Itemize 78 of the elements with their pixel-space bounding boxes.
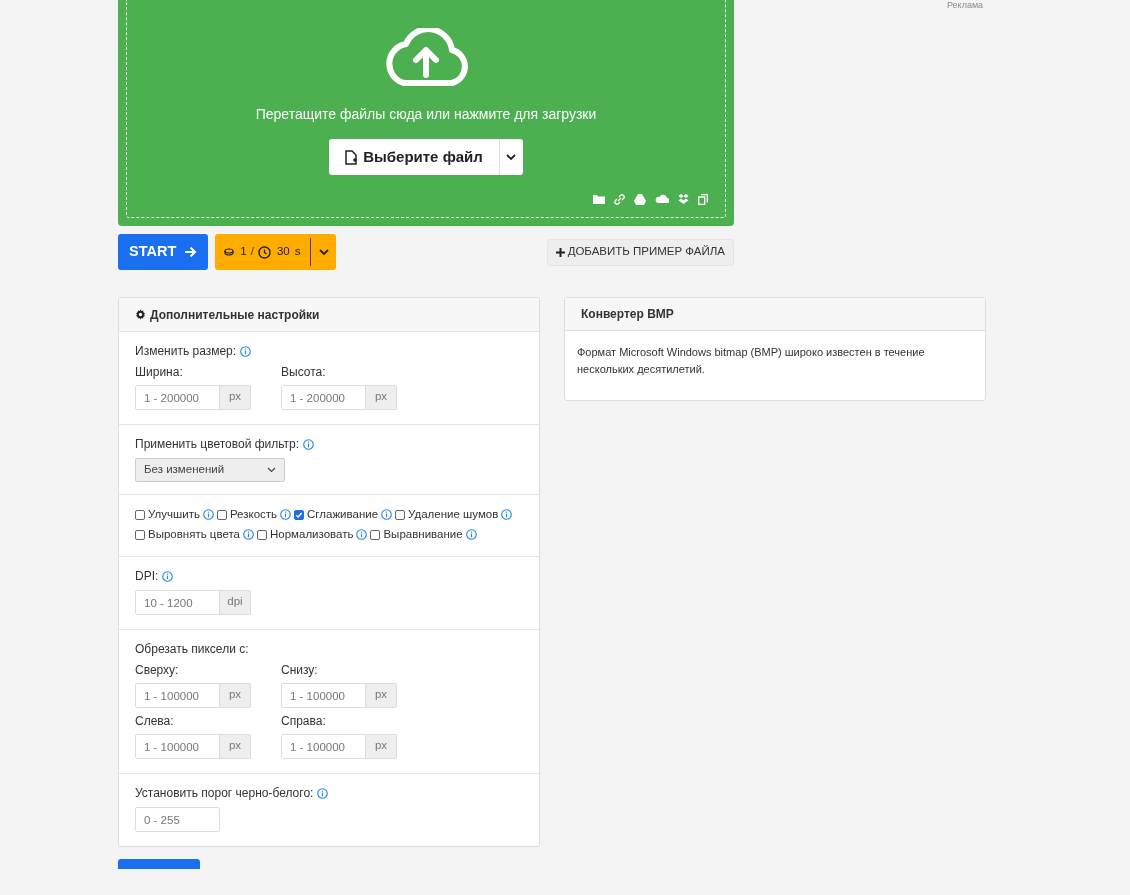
card-title: Конвертер BMP <box>581 306 674 323</box>
field-label: Снизу: <box>281 663 319 678</box>
checkbox-label: Резкость <box>229 507 278 522</box>
upload-hint: Перетащите файлы сюда или нажмите для загрузки <box>255 105 597 124</box>
section-label: Применить цветовой фильтр: <box>135 437 300 452</box>
number-input[interactable]: 1 - 200000 <box>281 385 366 410</box>
checkbox-label: Удаление шумов <box>408 507 499 522</box>
checkbox[interactable] <box>294 509 305 520</box>
cloud-icon[interactable] <box>655 194 669 203</box>
info-icon[interactable] <box>356 529 368 540</box>
checkbox[interactable] <box>395 509 406 520</box>
info-icon[interactable] <box>280 509 292 520</box>
checkbox[interactable] <box>135 529 145 540</box>
copy-icon[interactable] <box>698 194 708 205</box>
number-input[interactable]: 10 - 1200 <box>135 590 220 615</box>
filter-select[interactable]: Без изменений <box>135 458 285 482</box>
field-label: Слева: <box>135 714 175 729</box>
folder-icon[interactable] <box>593 194 605 204</box>
info-icon[interactable] <box>162 571 174 582</box>
field-label: Справа: <box>281 714 327 729</box>
checkbox-label: Выравнивание <box>383 527 463 542</box>
ad-label: Реклама <box>947 0 984 11</box>
unit-addon: px <box>220 683 251 708</box>
checkbox-label: Выровнять цвета <box>148 527 240 542</box>
unit-addon: px <box>366 683 397 708</box>
number-input[interactable]: 1 - 100000 <box>281 734 366 759</box>
checkbox[interactable] <box>257 529 267 540</box>
plus-icon <box>555 247 565 257</box>
field-label: Сверху: <box>135 663 180 678</box>
chevron-down-icon <box>318 248 329 256</box>
add-sample-button[interactable]: ДОБАВИТЬ ПРИМЕР ФАЙЛА <box>546 238 734 266</box>
info-icon[interactable] <box>202 509 214 520</box>
clock-icon <box>257 245 271 259</box>
info-icon[interactable] <box>501 509 513 520</box>
checkbox-label: Нормализовать <box>270 527 354 542</box>
unit-addon: px <box>366 385 397 410</box>
number-input[interactable]: 0 - 255 <box>135 807 220 832</box>
field-label: Ширина: <box>135 365 184 380</box>
section-label: DPI: <box>135 569 159 584</box>
unit-addon: dpi <box>220 590 251 615</box>
unit-addon: px <box>220 734 251 759</box>
info-icon[interactable] <box>465 529 477 540</box>
info-icon[interactable] <box>240 346 252 357</box>
section-label: Установить порог черно-белого: <box>135 786 314 801</box>
gear-icon <box>135 309 146 320</box>
checkbox[interactable] <box>370 529 381 540</box>
checkbox-label: Улучшить <box>148 507 200 522</box>
checkbox[interactable] <box>216 509 227 520</box>
separator: / <box>250 244 254 260</box>
unit-addon: px <box>366 734 397 759</box>
file-plus-icon <box>345 149 358 165</box>
info-icon[interactable] <box>303 439 315 450</box>
chevron-down-icon <box>506 153 517 161</box>
info-icon[interactable] <box>317 788 329 799</box>
coin-icon <box>224 248 235 256</box>
info-icon[interactable] <box>243 529 254 540</box>
link-icon[interactable] <box>614 194 625 205</box>
checkbox[interactable] <box>135 509 145 520</box>
time-unit: s <box>294 244 301 260</box>
info-icon[interactable] <box>381 509 393 520</box>
start-button[interactable]: START <box>118 234 209 270</box>
credits-count: 1 <box>240 244 247 260</box>
card-text: Формат Microsoft Windows bitmap (BMP) широко известен в течение нескольких десятилетий. <box>576 345 926 377</box>
time-value: 30 <box>276 244 290 260</box>
chevron-down-icon <box>267 467 276 473</box>
section-label: Изменить размер: <box>135 344 237 359</box>
upload-dropzone[interactable]: Перетащите файлы сюда или нажмите для загрузки Выберите файл <box>118 0 734 226</box>
credits-button[interactable]: 1 / 30 s <box>215 234 337 270</box>
section-label: Обрезать пиксели с: <box>135 642 249 657</box>
unit-addon: px <box>220 385 251 410</box>
number-input[interactable]: 1 - 100000 <box>135 683 220 708</box>
number-input[interactable]: 1 - 100000 <box>281 683 366 708</box>
number-input[interactable]: 1 - 200000 <box>135 385 220 410</box>
arrow-right-icon <box>184 246 198 258</box>
card-title: Дополнительные настройки <box>150 306 320 324</box>
number-input[interactable]: 1 - 100000 <box>135 734 220 759</box>
field-label: Высота: <box>281 365 327 380</box>
checkbox-label: Сглаживание <box>307 507 379 522</box>
